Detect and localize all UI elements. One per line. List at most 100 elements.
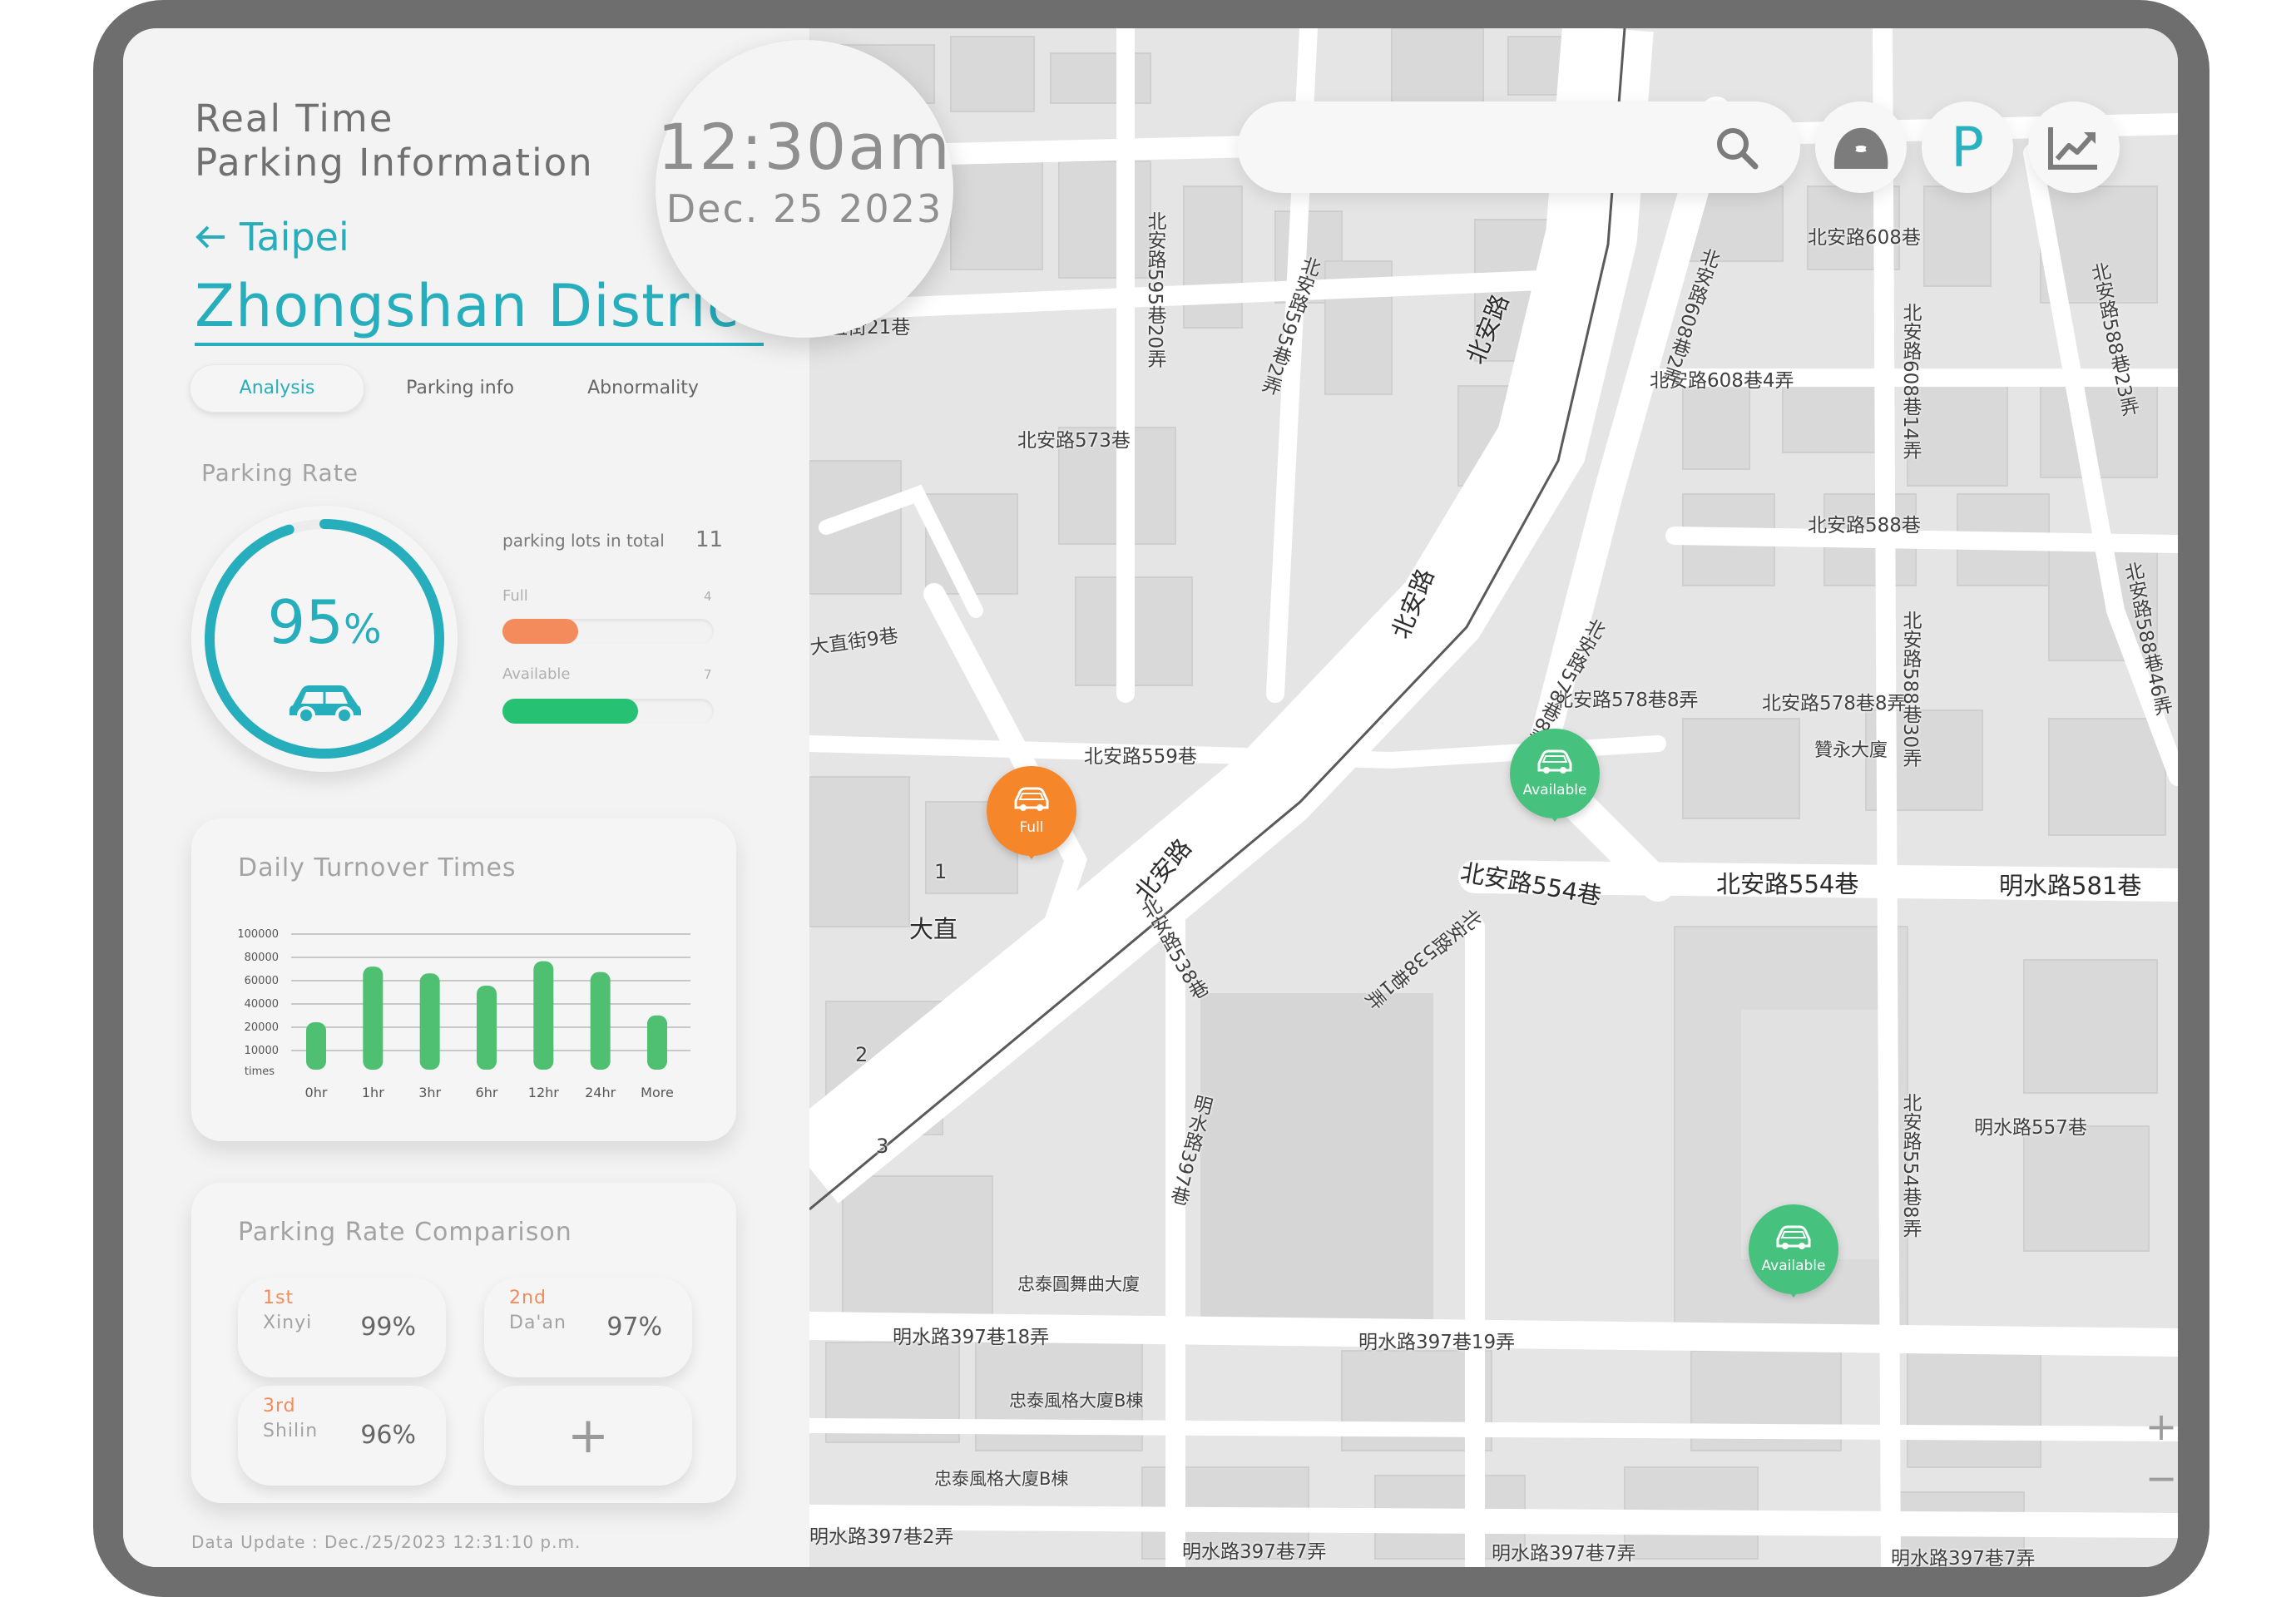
- parking-pin-available[interactable]: Available: [1510, 729, 1600, 828]
- street-label: 北安路588巷30弄: [1899, 611, 1921, 768]
- car-icon: [1014, 787, 1049, 811]
- back-link[interactable]: Taipei: [195, 215, 349, 260]
- street-label: 明水路581巷: [1999, 872, 2142, 900]
- bar: [590, 972, 611, 1070]
- parking-rate-percent: 95%: [191, 587, 458, 657]
- tab-parking-info[interactable]: Parking info: [373, 364, 547, 413]
- bar: [533, 961, 554, 1070]
- available-label: Available: [502, 665, 571, 683]
- search-input[interactable]: [1271, 123, 1707, 171]
- percent-value: 95: [267, 587, 344, 657]
- map-view[interactable]: 北安路608巷 北安路608巷4弄 北安路573巷 北安路588巷 北安路578…: [809, 28, 2178, 1567]
- turnover-card: Daily Turnover Times 100000 80000 60000 400…: [191, 818, 736, 1141]
- exit-number: 2: [855, 1043, 868, 1066]
- available-count: 7: [704, 667, 712, 682]
- zoom-in-button[interactable]: +: [2132, 1401, 2178, 1452]
- pin-status: Available: [1761, 1258, 1826, 1274]
- title-line-1: Real Time: [195, 96, 394, 141]
- bar: [306, 1021, 326, 1070]
- x-tick-label: 24hr: [585, 1085, 616, 1100]
- rate-value: 96%: [360, 1421, 416, 1450]
- street-label: 北安路608巷14弄: [1899, 303, 1921, 460]
- available-bar: [502, 699, 714, 724]
- total-lots-value: 11: [695, 527, 724, 552]
- pin-status: Available: [1522, 782, 1587, 798]
- y-tick-label: 40000: [245, 998, 279, 1011]
- analytics-button[interactable]: [2028, 101, 2120, 193]
- back-label: Taipei: [240, 215, 349, 260]
- full-count: 4: [704, 589, 712, 604]
- bar: [419, 973, 440, 1070]
- rank-label: 2nd: [509, 1288, 547, 1308]
- user-avatar-button[interactable]: [1815, 101, 1907, 193]
- parking-button[interactable]: P: [1922, 101, 2013, 193]
- full-bar-fill: [502, 619, 579, 644]
- street-label: 北安路554巷8弄: [1899, 1093, 1921, 1238]
- rate-value: 97%: [606, 1313, 662, 1342]
- chart-trend-icon: [2048, 127, 2097, 170]
- comparison-item-3[interactable]: 3rd Shilin 96%: [238, 1386, 446, 1486]
- search-bar[interactable]: [1238, 101, 1800, 193]
- street-label: 明水路397巷18弄: [893, 1327, 1050, 1348]
- parking-rate-label: Parking Rate: [201, 459, 359, 487]
- avatar-icon: [1833, 127, 1888, 169]
- street-label: 北安路608巷: [1808, 227, 1921, 249]
- street-label: 北安路595巷20弄: [1144, 211, 1165, 368]
- zoom-out-button[interactable]: −: [2132, 1452, 2178, 1504]
- district-name: Da'an: [509, 1313, 567, 1333]
- car-icon: [1776, 1225, 1811, 1249]
- building-label: 忠泰風格大廈B棟: [934, 1469, 1069, 1489]
- exit-number: 1: [934, 860, 948, 883]
- station-label: 大直: [909, 915, 958, 943]
- comparison-title: Parking Rate Comparison: [238, 1218, 572, 1247]
- building-label: 忠泰風格大廈B棟: [1009, 1391, 1144, 1411]
- street-label: 北安路588巷: [1808, 515, 1921, 536]
- page-title: Real Time Parking Information: [195, 96, 594, 185]
- parking-pin-available[interactable]: Available: [1749, 1204, 1838, 1304]
- street-label: 北安路578巷8弄: [1762, 693, 1907, 714]
- clock-date: Dec. 25 2023: [666, 186, 943, 231]
- district-name: Xinyi: [263, 1313, 313, 1333]
- street-label: 明水路397巷7弄: [1182, 1541, 1327, 1563]
- rank-label: 3rd: [263, 1396, 296, 1417]
- comparison-item-1[interactable]: 1st Xinyi 99%: [238, 1278, 446, 1377]
- y-axis-label: times: [245, 1065, 275, 1078]
- full-label: Full: [502, 587, 528, 605]
- street-label: 北安路559巷: [1084, 746, 1197, 768]
- x-tick-label: 6hr: [476, 1085, 498, 1100]
- building-label: 忠泰圓舞曲大廈: [1017, 1274, 1140, 1294]
- screen: 北安路608巷 北安路608巷4弄 北安路573巷 北安路588巷 北安路578…: [123, 28, 2178, 1567]
- search-icon[interactable]: [1714, 125, 1760, 171]
- pin-status: Full: [1019, 819, 1044, 836]
- bar: [477, 985, 497, 1070]
- street-label: 明水路557巷: [1974, 1117, 2087, 1139]
- tab-bar: Analysis Parking info Abnormality: [190, 364, 722, 413]
- pin-tail: [1545, 808, 1565, 822]
- y-tick-label: 10000: [245, 1045, 279, 1057]
- arrow-left-icon: [195, 225, 225, 249]
- street-label: 明水路397巷2弄: [809, 1526, 954, 1548]
- percent-symbol: %: [344, 606, 382, 653]
- clock-widget: 12:30am Dec. 25 2023: [656, 40, 953, 338]
- add-comparison-button[interactable]: +: [484, 1386, 692, 1486]
- tab-abnormality[interactable]: Abnormality: [556, 364, 730, 413]
- x-tick-label: 1hr: [362, 1085, 384, 1100]
- y-tick-label: 20000: [245, 1021, 279, 1034]
- rank-label: 1st: [263, 1288, 294, 1308]
- y-tick-label: 100000: [237, 928, 279, 941]
- district-name: Shilin: [263, 1421, 319, 1441]
- comparison-item-2[interactable]: 2nd Da'an 97%: [484, 1278, 692, 1377]
- tab-analysis[interactable]: Analysis: [190, 364, 364, 413]
- bar: [363, 967, 383, 1070]
- comparison-card: Parking Rate Comparison 1st Xinyi 99% 2n…: [191, 1183, 736, 1503]
- clock-time: 12:30am: [657, 110, 952, 184]
- car-icon: [289, 685, 361, 724]
- street-label: 明水路397巷7弄: [1492, 1543, 1636, 1565]
- street-label: 明水路397巷19弄: [1358, 1332, 1516, 1353]
- exit-number: 3: [876, 1135, 889, 1158]
- district-title: Zhongshan District: [195, 269, 764, 346]
- y-tick-label: 60000: [245, 975, 279, 987]
- street-label: 北安路573巷: [1017, 430, 1131, 452]
- parking-pin-full[interactable]: Full: [987, 766, 1076, 866]
- title-line-2: Parking Information: [195, 141, 594, 185]
